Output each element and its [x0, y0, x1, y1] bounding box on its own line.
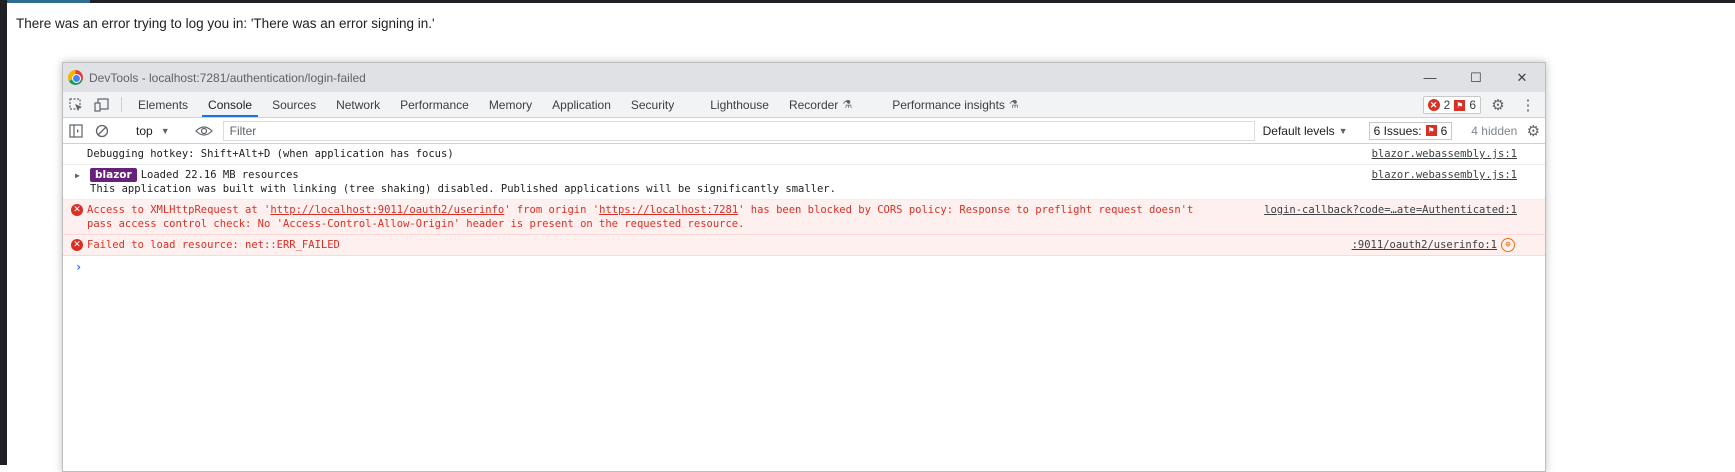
issues-count: 6	[1440, 123, 1448, 138]
message-text: Failed to load resource: net::ERR_FAILED	[87, 239, 340, 251]
tab-label: Sources	[272, 97, 317, 112]
issue-flag-icon: ⚑	[1425, 125, 1437, 136]
tab-label: Recorder	[788, 97, 839, 112]
message-text: Debugging hotkey: Shift+Alt+D (when appl…	[87, 148, 454, 160]
message-text: Loaded 22.16 MB resources	[140, 169, 299, 181]
console-message: Debugging hotkey: Shift+Alt+D (when appl…	[63, 144, 1545, 165]
context-selector[interactable]: top ▼	[128, 124, 178, 138]
issues-button[interactable]: 6 Issues: ⚑ 6	[1368, 121, 1453, 140]
chevron-down-icon: ▼	[160, 125, 170, 136]
tab-label: Security	[630, 97, 675, 112]
tab-network[interactable]: Network	[326, 92, 390, 117]
tab-sources[interactable]: Sources	[262, 92, 326, 117]
devtools-tabbar: Elements Console Sources Network Perform…	[63, 92, 1545, 118]
live-expression-eye-icon[interactable]	[191, 125, 217, 137]
tab-security[interactable]: Security	[621, 92, 684, 117]
tab-lighthouse[interactable]: Lighthouse	[700, 92, 779, 117]
issue-flag-icon: ⚑	[1454, 99, 1466, 111]
message-url-link[interactable]: https://localhost:7281	[599, 204, 738, 216]
left-edge	[0, 0, 7, 465]
chevron-down-icon: ▼	[1338, 125, 1348, 136]
message-text: ' from origin '	[504, 204, 600, 216]
tab-memory[interactable]: Memory	[479, 92, 542, 117]
tab-label: Console	[208, 97, 253, 112]
browser-top-bar	[0, 0, 1735, 3]
settings-gear-icon[interactable]: ⚙	[1485, 92, 1511, 118]
message-text-secondary: This application was built with linking …	[90, 183, 836, 195]
tab-label: Application	[552, 97, 611, 112]
console-error: ✕ Access to XMLHttpRequest at 'http://lo…	[63, 200, 1545, 235]
message-source-link[interactable]: blazor.webassembly.js:1	[1372, 168, 1517, 182]
maximize-button[interactable]: ☐	[1453, 63, 1499, 92]
close-button[interactable]: ✕	[1499, 63, 1545, 92]
context-value: top	[136, 123, 153, 138]
tabbar-right: ✕ 2 ⚑ 6 ⚙ ⋮	[1422, 92, 1541, 118]
tab-label: Performance	[400, 97, 469, 112]
filter-input[interactable]	[222, 120, 1255, 141]
tab-label: Lighthouse	[710, 97, 769, 112]
log-levels-dropdown[interactable]: Default levels ▼	[1255, 124, 1356, 138]
network-request-icon[interactable]: ⊕	[1501, 238, 1515, 252]
message-url-link[interactable]: http://localhost:9011/oauth2/userinfo	[270, 204, 504, 216]
tab-recorder[interactable]: Recorder ⚗	[779, 92, 862, 117]
blazor-badge: blazor	[90, 168, 137, 182]
inspect-element-icon[interactable]	[63, 92, 89, 117]
tab-label: Network	[336, 97, 381, 112]
tab-console[interactable]: Console	[198, 92, 262, 117]
message-text: ' has been blocked by CORS policy: Respo…	[738, 204, 1194, 216]
message-text-secondary: pass access control check: No 'Access-Co…	[87, 218, 745, 230]
error-icon: ✕	[71, 204, 83, 216]
tab-application[interactable]: Application	[542, 92, 621, 117]
console-message: ▶ blazor Loaded 22.16 MB resources This a…	[63, 165, 1545, 200]
tab-performance[interactable]: Performance	[390, 92, 479, 117]
message-source-link[interactable]: blazor.webassembly.js:1	[1372, 147, 1517, 161]
devtools-titlebar[interactable]: DevTools - localhost:7281/authentication…	[63, 63, 1545, 92]
error-count: 2	[1443, 98, 1451, 112]
console-error: ✕ Failed to load resource: net::ERR_FAIL…	[63, 235, 1545, 256]
chrome-logo-icon	[68, 70, 83, 85]
expand-triangle-icon[interactable]: ▶	[75, 169, 80, 183]
page-error-message: There was an error trying to log you in:…	[16, 16, 435, 31]
flask-icon: ⚗	[842, 99, 853, 111]
device-toolbar-icon[interactable]	[89, 92, 115, 117]
console-prompt[interactable]: ›	[63, 256, 1545, 274]
flask-icon: ⚗	[1008, 99, 1019, 111]
more-options-icon[interactable]: ⋮	[1515, 92, 1541, 118]
issues-label: 6 Issues:	[1373, 123, 1422, 138]
console-output: Debugging hotkey: Shift+Alt+D (when appl…	[63, 144, 1545, 274]
tab-elements[interactable]: Elements	[128, 92, 198, 117]
window-controls: — ☐ ✕	[1407, 63, 1545, 92]
error-counter[interactable]: ✕ 2 ⚑ 6	[1422, 96, 1481, 114]
issue-count: 6	[1469, 98, 1476, 112]
clear-console-icon[interactable]	[89, 124, 115, 138]
console-settings-gear-icon[interactable]: ⚙	[1523, 118, 1543, 144]
message-source-link[interactable]: :9011/oauth2/userinfo:1	[1352, 238, 1497, 252]
error-icon: ✕	[71, 239, 83, 251]
message-text: Access to XMLHttpRequest at '	[87, 204, 271, 216]
minimize-button[interactable]: —	[1407, 63, 1453, 92]
levels-value: Default levels	[1262, 123, 1335, 138]
tab-performance-insights[interactable]: Performance insights ⚗	[882, 92, 1029, 117]
error-icon: ✕	[1427, 99, 1440, 111]
sidebar-toggle-icon[interactable]	[63, 123, 89, 138]
tab-label: Elements	[138, 97, 189, 112]
devtools-window: DevTools - localhost:7281/authentication…	[62, 62, 1546, 472]
tab-label: Memory	[488, 97, 533, 112]
tab-label: Performance insights	[892, 97, 1005, 112]
message-source-link[interactable]: login-callback?code=…ate=Authenticated:1	[1264, 203, 1517, 217]
active-tab-indicator	[0, 0, 90, 3]
hidden-messages-count: 4 hidden	[1471, 123, 1518, 138]
divider	[121, 97, 122, 112]
console-filterbar: top ▼ Default levels ▼ 6 Issues: ⚑ 6 4 h…	[63, 118, 1545, 144]
window-title: DevTools - localhost:7281/authentication…	[89, 70, 366, 85]
